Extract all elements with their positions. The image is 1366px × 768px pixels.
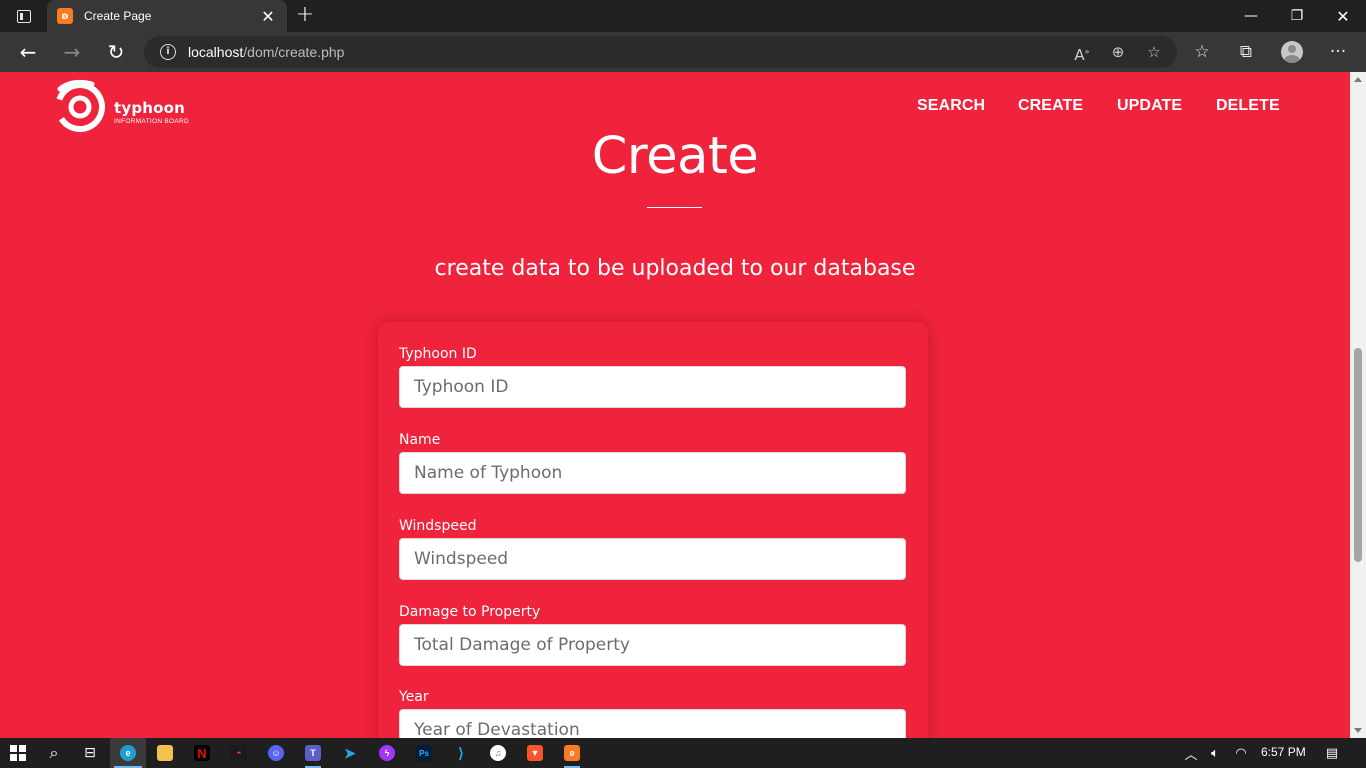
create-form: Typhoon ID Name Windspeed Damage to Prop… xyxy=(378,322,928,738)
title-divider xyxy=(647,207,702,208)
page-subtitle: create data to be uploaded to our databa… xyxy=(434,256,916,281)
discord-icon[interactable]: ☺ xyxy=(258,738,294,768)
telegram-icon[interactable]: ➤ xyxy=(332,738,368,768)
notifications-icon[interactable]: ▤ xyxy=(1322,738,1342,768)
nav-delete[interactable]: DELETE xyxy=(1216,97,1280,115)
windspeed-input[interactable] xyxy=(399,538,906,580)
nav-update[interactable]: UPDATE xyxy=(1117,97,1182,115)
garena-icon[interactable]: ◓ xyxy=(221,738,257,768)
year-input[interactable] xyxy=(399,709,906,738)
typhoon-id-input[interactable] xyxy=(399,366,906,408)
edge-icon[interactable]: e xyxy=(110,738,146,768)
teams-icon[interactable]: T xyxy=(295,738,331,768)
refresh-icon[interactable]: ↻ xyxy=(100,36,132,68)
scrollbar-thumb[interactable] xyxy=(1354,348,1362,562)
task-view-icon[interactable]: ⊟ xyxy=(72,738,108,768)
page-scrollbar[interactable] xyxy=(1350,72,1366,738)
file-explorer-icon[interactable] xyxy=(147,738,183,768)
browser-toolbar: ← → ↻ i localhost/dom/create.php A» ⊕ ☆ … xyxy=(0,32,1366,72)
browser-tab[interactable]: ʚ Create Page ✕ xyxy=(47,0,287,32)
url-text: localhost/dom/create.php xyxy=(188,44,344,60)
browser-titlebar: ʚ Create Page ✕ + — ❐ ✕ xyxy=(0,0,1366,32)
zoom-icon[interactable]: ⊕ xyxy=(1106,40,1130,64)
damage-input[interactable] xyxy=(399,624,906,666)
damage-label: Damage to Property xyxy=(399,604,541,620)
name-label: Name xyxy=(399,432,441,448)
chevron-up-icon[interactable]: ︿ xyxy=(1183,738,1199,768)
minimize-icon[interactable]: — xyxy=(1228,0,1274,32)
messenger-icon[interactable]: ϟ xyxy=(369,738,405,768)
nav-create[interactable]: CREATE xyxy=(1018,97,1083,115)
windows-start-icon[interactable] xyxy=(0,738,36,768)
read-aloud-icon[interactable]: A» xyxy=(1070,40,1094,64)
typhoon-id-label: Typhoon ID xyxy=(399,346,477,362)
address-bar[interactable]: i localhost/dom/create.php xyxy=(144,36,1177,68)
nav-search[interactable]: SEARCH xyxy=(917,97,985,115)
brand-name: typhoon xyxy=(114,99,186,117)
window-close-icon[interactable]: ✕ xyxy=(1320,0,1366,32)
volume-icon[interactable]: 🔈︎ xyxy=(1206,738,1224,768)
arrow-right-icon[interactable]: → xyxy=(56,36,88,68)
vscode-icon[interactable]: ⟩ xyxy=(443,738,479,768)
star-plus-icon[interactable]: ☆ xyxy=(1142,40,1166,64)
search-icon[interactable]: ⌕ xyxy=(36,738,72,768)
url-host: localhost xyxy=(188,44,244,60)
itunes-icon[interactable]: ♫ xyxy=(480,738,516,768)
restore-icon[interactable]: ❐ xyxy=(1274,0,1320,32)
more-icon[interactable]: ··· xyxy=(1322,36,1354,68)
scroll-down-icon[interactable] xyxy=(1354,728,1362,733)
info-icon[interactable]: i xyxy=(160,44,176,60)
year-label: Year xyxy=(399,689,429,705)
taskbar-clock[interactable]: 6:57 PM xyxy=(1261,745,1306,759)
scroll-up-icon[interactable] xyxy=(1354,77,1362,82)
brave-icon[interactable]: ▼ xyxy=(517,738,553,768)
windows-taskbar: ⌕ ⊟ e N ◓ ☺ T ➤ ϟ Ps ⟩ ♫ ▼ ʚ ︿ 🔈︎ ◠ 6:57… xyxy=(0,738,1366,768)
arrow-left-icon[interactable]: ← xyxy=(12,36,44,68)
xampp-icon[interactable]: ʚ xyxy=(554,738,590,768)
page-title: Create xyxy=(591,127,759,186)
collections-icon[interactable]: ⧉ xyxy=(1230,36,1262,68)
tab-actions-icon[interactable] xyxy=(8,4,40,28)
windspeed-label: Windspeed xyxy=(399,518,477,534)
profile-icon[interactable] xyxy=(1276,36,1308,68)
wifi-icon[interactable]: ◠ xyxy=(1232,738,1250,768)
xampp-icon: ʚ xyxy=(57,8,73,24)
photoshop-icon[interactable]: Ps xyxy=(406,738,442,768)
netflix-icon[interactable]: N xyxy=(184,738,220,768)
page-viewport: typhoon INFORMATION BOARD SEARCH CREATE … xyxy=(0,72,1366,738)
brand-subtitle: INFORMATION BOARD xyxy=(114,118,190,125)
tab-title: Create Page xyxy=(84,9,152,23)
close-icon[interactable]: ✕ xyxy=(259,7,277,26)
favorites-icon[interactable]: ☆ xyxy=(1186,36,1218,68)
name-input[interactable] xyxy=(399,452,906,494)
url-path: /dom/create.php xyxy=(243,44,345,60)
plus-icon[interactable]: + xyxy=(293,3,317,27)
